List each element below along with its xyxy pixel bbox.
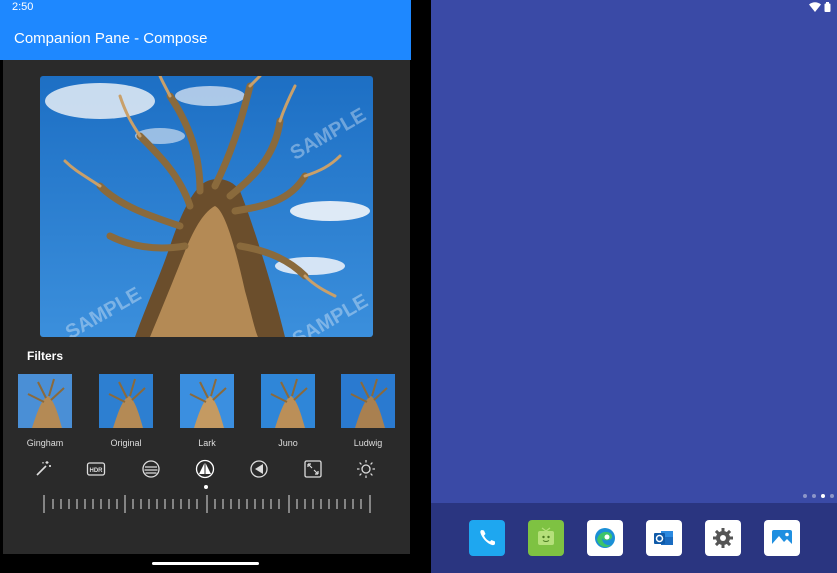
app-title: Companion Pane - Compose <box>14 30 208 47</box>
filter-label-ludwig: Ludwig <box>353 438 383 448</box>
outlook-app[interactable] <box>646 520 682 556</box>
filter-thumb-lark[interactable] <box>180 374 234 428</box>
phone-icon <box>480 530 495 546</box>
photos-icon <box>772 530 792 546</box>
gesture-nav-handle[interactable] <box>152 562 259 565</box>
filter-thumb-original[interactable] <box>99 374 153 428</box>
filter-thumb-ludwig[interactable] <box>341 374 395 428</box>
filter-thumb-gingham[interactable] <box>18 374 72 428</box>
outlook-icon <box>654 531 673 545</box>
filter-label-lark: Lark <box>198 438 216 448</box>
main-photo[interactable]: SAMPLE SAMPLE SAMPLE <box>40 76 373 337</box>
selected-tool-indicator <box>204 485 208 489</box>
dock <box>431 503 837 573</box>
filter-thumb-juno[interactable] <box>261 374 315 428</box>
vignette-icon[interactable] <box>247 457 271 481</box>
left-screen: 2:50 Companion Pane - Compose SAMPLE SAM… <box>0 0 411 573</box>
status-time: 2:50 <box>12 1 34 13</box>
app-companion-icon <box>538 527 554 545</box>
phone-app[interactable] <box>469 520 505 556</box>
status-bar: 2:50 <box>0 0 411 16</box>
companion-app[interactable] <box>528 520 564 556</box>
filter-label-juno: Juno <box>278 438 298 448</box>
page-indicator <box>803 494 834 498</box>
right-screen-home <box>431 0 837 573</box>
contrast-stripes-icon[interactable] <box>139 457 163 481</box>
filters-heading: Filters <box>27 349 64 363</box>
filter-label-gingham: Gingham <box>26 438 64 448</box>
app-bar: Companion Pane - Compose <box>0 16 411 60</box>
crop-expand-icon[interactable] <box>301 457 325 481</box>
adjustment-slider[interactable] <box>43 493 373 515</box>
edge-app[interactable] <box>587 520 623 556</box>
settings-app[interactable] <box>705 520 741 556</box>
filter-label-original: Original <box>110 438 142 448</box>
settings-gear-icon <box>713 528 733 548</box>
wifi-icon <box>809 2 821 12</box>
magic-wand-icon[interactable] <box>31 457 55 481</box>
brightness-icon[interactable] <box>354 457 378 481</box>
edge-browser-icon <box>595 528 615 548</box>
sharpen-triangle-icon[interactable] <box>193 457 217 481</box>
tree-photo-image: SAMPLE SAMPLE SAMPLE <box>40 76 373 337</box>
hdr-icon[interactable]: HDR <box>84 457 108 481</box>
photos-app[interactable] <box>764 520 800 556</box>
svg-text:HDR: HDR <box>90 468 104 474</box>
battery-icon <box>824 2 831 12</box>
status-icons <box>809 2 831 12</box>
editor-panel: SAMPLE SAMPLE SAMPLE Filters Gingham Ori… <box>3 60 410 554</box>
